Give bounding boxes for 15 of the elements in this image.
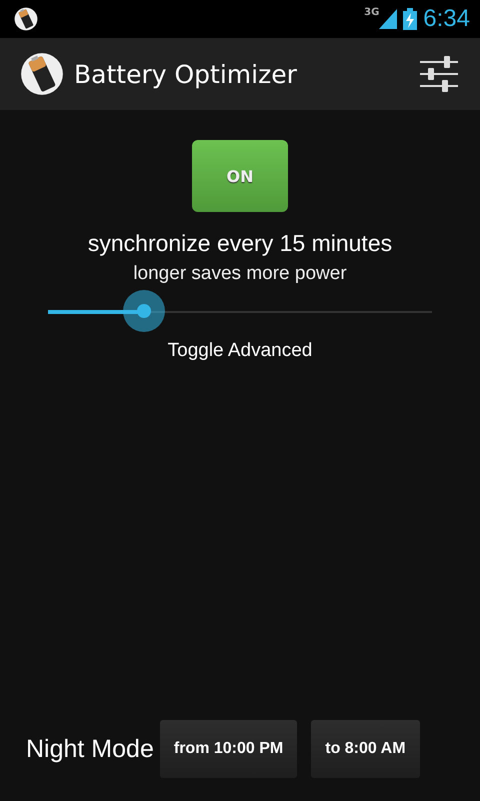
clock-time: 6:34 — [423, 5, 470, 33]
app-logo-icon — [20, 52, 64, 96]
battery-charging-icon — [403, 8, 418, 30]
app-title: Battery Optimizer — [74, 60, 297, 88]
slider-thumb[interactable] — [123, 290, 165, 332]
sync-hint: longer saves more power — [133, 263, 347, 285]
signal-icon — [379, 9, 398, 29]
network-type: 3G — [364, 7, 380, 18]
settings-sliders-icon[interactable] — [420, 56, 458, 92]
notification-battery-icon — [14, 7, 38, 31]
toggle-advanced-link[interactable]: Toggle Advanced — [168, 340, 312, 362]
end-time-button[interactable]: to 8:00 AM — [311, 720, 420, 778]
start-time-button[interactable]: from 10:00 PM — [160, 720, 298, 778]
sync-interval-text: synchronize every 15 minutes — [88, 230, 392, 257]
night-mode-label: Night Mode — [26, 734, 154, 764]
